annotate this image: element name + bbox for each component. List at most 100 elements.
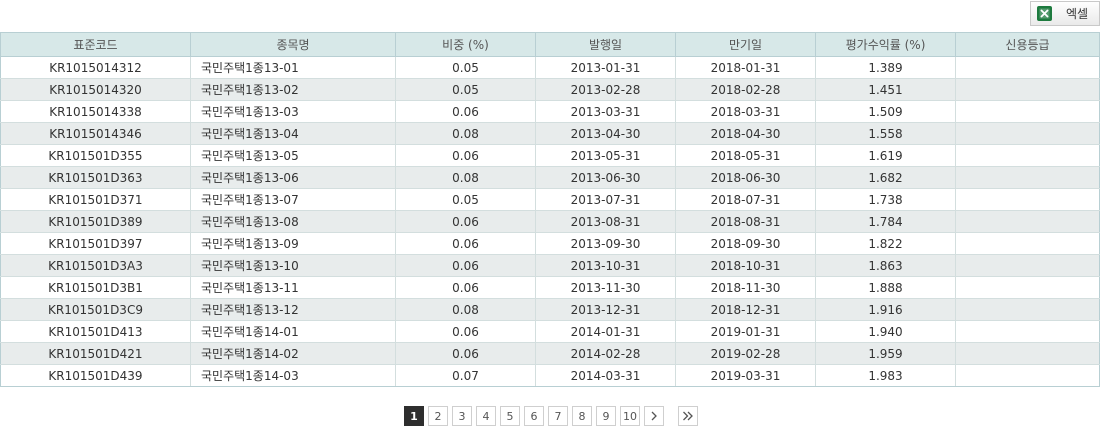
cell-issue-date: 2013-03-31 [535,100,676,123]
cell-yield: 1.822 [815,232,956,255]
cell-yield: 1.983 [815,364,956,387]
cell-weight: 0.05 [395,78,536,101]
cell-maturity-date: 2019-03-31 [675,364,816,387]
cell-weight: 0.06 [395,254,536,277]
cell-standard-code: KR1015014320 [0,78,191,101]
page-3[interactable]: 3 [452,406,472,426]
cell-credit-rating [955,78,1100,101]
page-9[interactable]: 9 [596,406,616,426]
header-issue-name[interactable]: 종목명 [190,32,396,57]
cell-weight: 0.05 [395,56,536,79]
cell-credit-rating [955,364,1100,387]
cell-weight: 0.06 [395,276,536,299]
cell-yield: 1.784 [815,210,956,233]
cell-credit-rating [955,320,1100,343]
header-issue-date[interactable]: 발행일 [535,32,676,57]
cell-issue-date: 2014-02-28 [535,342,676,365]
page-2[interactable]: 2 [428,406,448,426]
page-6[interactable]: 6 [524,406,544,426]
next-page-button[interactable] [644,406,664,426]
cell-standard-code: KR101501D421 [0,342,191,365]
cell-issue-date: 2013-02-28 [535,78,676,101]
cell-maturity-date: 2018-02-28 [675,78,816,101]
cell-weight: 0.06 [395,210,536,233]
cell-yield: 1.389 [815,56,956,79]
page-1[interactable]: 1 [404,406,424,426]
cell-maturity-date: 2018-12-31 [675,298,816,321]
cell-weight: 0.06 [395,144,536,167]
table-row: KR101501D421 국민주택1종14-02 0.06 2014-02-28 201… [0,342,1100,365]
cell-credit-rating [955,188,1100,211]
cell-issue-name: 국민주택1종13-08 [190,210,396,233]
excel-icon [1037,6,1052,21]
cell-standard-code: KR101501D439 [0,364,191,387]
cell-issue-name: 국민주택1종14-02 [190,342,396,365]
cell-maturity-date: 2018-09-30 [675,232,816,255]
cell-issue-date: 2013-09-30 [535,232,676,255]
header-standard-code[interactable]: 표준코드 [0,32,191,57]
header-maturity-date[interactable]: 만기일 [675,32,816,57]
page-4[interactable]: 4 [476,406,496,426]
cell-issue-date: 2013-12-31 [535,298,676,321]
cell-issue-date: 2014-03-31 [535,364,676,387]
cell-standard-code: KR101501D3A3 [0,254,191,277]
cell-standard-code: KR101501D3B1 [0,276,191,299]
cell-issue-name: 국민주택1종13-09 [190,232,396,255]
cell-issue-name: 국민주택1종13-11 [190,276,396,299]
cell-issue-name: 국민주택1종13-05 [190,144,396,167]
cell-maturity-date: 2018-08-31 [675,210,816,233]
page-7[interactable]: 7 [548,406,568,426]
cell-maturity-date: 2018-10-31 [675,254,816,277]
cell-standard-code: KR101501D397 [0,232,191,255]
cell-credit-rating [955,254,1100,277]
cell-issue-date: 2013-07-31 [535,188,676,211]
cell-weight: 0.06 [395,342,536,365]
cell-credit-rating [955,210,1100,233]
cell-yield: 1.916 [815,298,956,321]
cell-credit-rating [955,298,1100,321]
cell-standard-code: KR101501D371 [0,188,191,211]
cell-maturity-date: 2018-11-30 [675,276,816,299]
cell-maturity-date: 2018-06-30 [675,166,816,189]
page-10[interactable]: 10 [620,406,640,426]
cell-issue-date: 2014-01-31 [535,320,676,343]
cell-standard-code: KR101501D363 [0,166,191,189]
header-weight[interactable]: 비중 (%) [395,32,536,57]
cell-credit-rating [955,342,1100,365]
cell-yield: 1.619 [815,144,956,167]
table-row: KR101501D389 국민주택1종13-08 0.06 2013-08-31 201… [0,210,1100,233]
cell-standard-code: KR1015014338 [0,100,191,123]
table-row: KR101501D3B1 국민주택1종13-11 0.06 2013-11-30 201… [0,276,1100,299]
cell-credit-rating [955,276,1100,299]
table-row: KR101501D413 국민주택1종14-01 0.06 2014-01-31 201… [0,320,1100,343]
page-5[interactable]: 5 [500,406,520,426]
cell-issue-name: 국민주택1종13-10 [190,254,396,277]
table-row: KR101501D371 국민주택1종13-07 0.05 2013-07-31 201… [0,188,1100,211]
excel-download-button[interactable]: 엑셀 [1030,1,1100,26]
holdings-table: 표준코드 종목명 비중 (%) 발행일 만기일 평가수익률 (%) 신용등급 K… [0,32,1100,387]
cell-credit-rating [955,166,1100,189]
cell-issue-date: 2013-06-30 [535,166,676,189]
cell-credit-rating [955,100,1100,123]
cell-issue-date: 2013-10-31 [535,254,676,277]
cell-yield: 1.959 [815,342,956,365]
header-yield[interactable]: 평가수익률 (%) [815,32,956,57]
table-row: KR1015014346 국민주택1종13-04 0.08 2013-04-30 201… [0,122,1100,145]
cell-yield: 1.558 [815,122,956,145]
pagination: 1 2 3 4 5 6 7 8 9 10 [404,406,702,426]
page-8[interactable]: 8 [572,406,592,426]
table-row: KR1015014320 국민주택1종13-02 0.05 2013-02-28 201… [0,78,1100,101]
cell-credit-rating [955,232,1100,255]
cell-weight: 0.07 [395,364,536,387]
header-credit-rating[interactable]: 신용등급 [955,32,1100,57]
cell-yield: 1.682 [815,166,956,189]
cell-maturity-date: 2018-07-31 [675,188,816,211]
table-header-row: 표준코드 종목명 비중 (%) 발행일 만기일 평가수익률 (%) 신용등급 [0,32,1100,57]
table-row: KR1015014312 국민주택1종13-01 0.05 2013-01-31 201… [0,56,1100,79]
double-chevron-right-icon [683,411,693,421]
cell-weight: 0.06 [395,100,536,123]
last-page-button[interactable] [678,406,698,426]
cell-yield: 1.940 [815,320,956,343]
cell-standard-code: KR1015014346 [0,122,191,145]
cell-maturity-date: 2018-04-30 [675,122,816,145]
